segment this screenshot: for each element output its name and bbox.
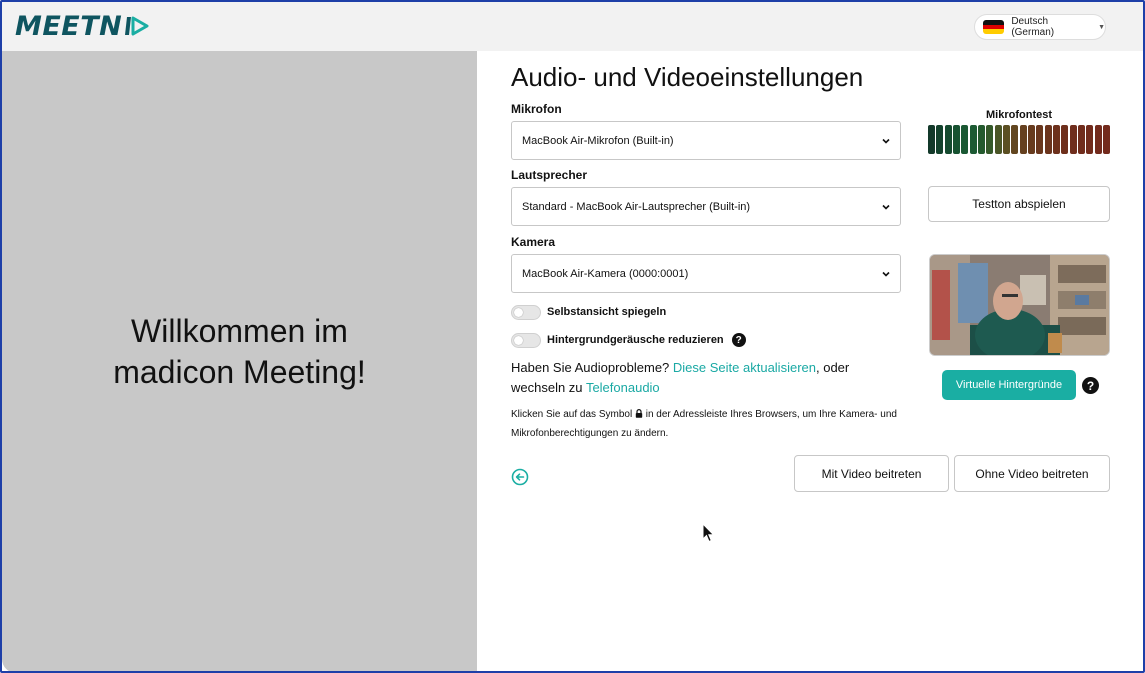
mic-level-bar [994,125,1002,154]
mic-level-bar [1052,125,1060,154]
mic-level-bar [928,125,935,154]
lock-icon [635,409,643,418]
page-title: Audio- und Videoeinstellungen [511,62,864,92]
logo-text: MEETN [15,10,123,42]
mirror-toggle-label: Selbstansicht spiegeln [547,306,667,318]
app-window: MEETN Deutsch (German) ▼ Willkommen im m… [0,0,1145,673]
mic-level-bar [986,125,994,154]
mic-level-bar [952,125,960,154]
welcome-heading: Willkommen im madicon Meeting! [113,313,366,390]
mic-level-bar [969,125,977,154]
mic-level-bar [1102,125,1110,154]
refresh-page-link[interactable]: Diese Seite aktualisieren [673,360,816,375]
mic-level-bar [1019,125,1027,154]
chevron-down-icon [882,138,890,144]
mic-level-bar [1027,125,1035,154]
mic-level-bar [961,125,969,154]
mic-level-bar [1011,125,1019,154]
help-icon[interactable]: ? [1082,377,1099,394]
camera-preview [929,254,1110,356]
chevron-down-icon [882,271,890,277]
mouse-cursor-icon [702,523,715,543]
meetn-logo[interactable]: MEETN [15,10,149,42]
test-tone-button[interactable]: Testton abspielen [928,186,1110,222]
back-arrow-icon[interactable] [511,468,529,486]
mirror-toggle[interactable] [511,304,541,320]
mic-level-bar [1036,125,1044,154]
phone-audio-link[interactable]: Telefonaudio [586,380,660,395]
mic-level-bar [1069,125,1077,154]
speaker-select-value: Standard - MacBook Air-Lautsprecher (Bui… [522,200,751,213]
virtual-backgrounds-button[interactable]: Virtuelle Hintergründe [942,370,1076,400]
audio-problem-prefix: Haben Sie Audioprobleme? [511,360,670,375]
mic-level-bar [936,125,944,154]
camera-select-value: MacBook Air-Kamera (0000:0001) [522,267,689,280]
speaker-select[interactable]: Standard - MacBook Air-Lautsprecher (Bui… [511,187,901,226]
join-without-video-button[interactable]: Ohne Video beitreten [954,455,1110,492]
noise-toggle-row: Hintergrundgeräusche reduzieren ? [511,331,746,349]
audio-problem-text: Haben Sie Audioprobleme? Diese Seite akt… [511,358,901,398]
language-selector[interactable]: Deutsch (German) ▼ [974,14,1106,40]
camera-preview-image [930,255,1109,355]
mic-level-bar [1094,125,1102,154]
language-label: Deutsch (German) [1011,16,1055,38]
chevron-down-icon [882,204,890,210]
mic-level-bar [1002,125,1010,154]
logo-play-icon [125,16,149,36]
mic-level-bar [977,125,985,154]
mic-level-bar [1086,125,1094,154]
mic-level-bar [1061,125,1069,154]
speaker-label: Lautsprecher [511,168,588,182]
mic-level-bar [1077,125,1085,154]
microphone-select[interactable]: MacBook Air-Mikrofon (Built-in) [511,121,901,160]
help-icon[interactable]: ? [731,333,746,347]
mirror-toggle-row: Selbstansicht spiegeln [511,303,666,321]
join-with-video-button[interactable]: Mit Video beitreten [794,455,949,492]
camera-label: Kamera [511,235,556,249]
top-bar: MEETN Deutsch (German) ▼ [2,2,1143,51]
mic-test-label: Mikrofontest [986,109,1052,121]
camera-select[interactable]: MacBook Air-Kamera (0000:0001) [511,254,901,293]
noise-reduction-toggle[interactable] [511,332,541,348]
mic-level-meter [928,125,1110,154]
noise-toggle-label: Hintergrundgeräusche reduzieren [547,334,724,346]
mic-level-bar [1044,125,1052,154]
mic-level-bar [944,125,952,154]
german-flag-icon [983,20,1005,34]
hint-before-icon: Klicken Sie auf das Symbol [511,409,633,420]
permissions-hint: Klicken Sie auf das Symbol in der Adress… [511,405,901,443]
microphone-label: Mikrofon [511,102,562,116]
caret-down-icon: ▼ [1098,23,1105,31]
microphone-select-value: MacBook Air-Mikrofon (Built-in) [522,134,674,147]
welcome-panel: Willkommen im madicon Meeting! [2,51,477,671]
